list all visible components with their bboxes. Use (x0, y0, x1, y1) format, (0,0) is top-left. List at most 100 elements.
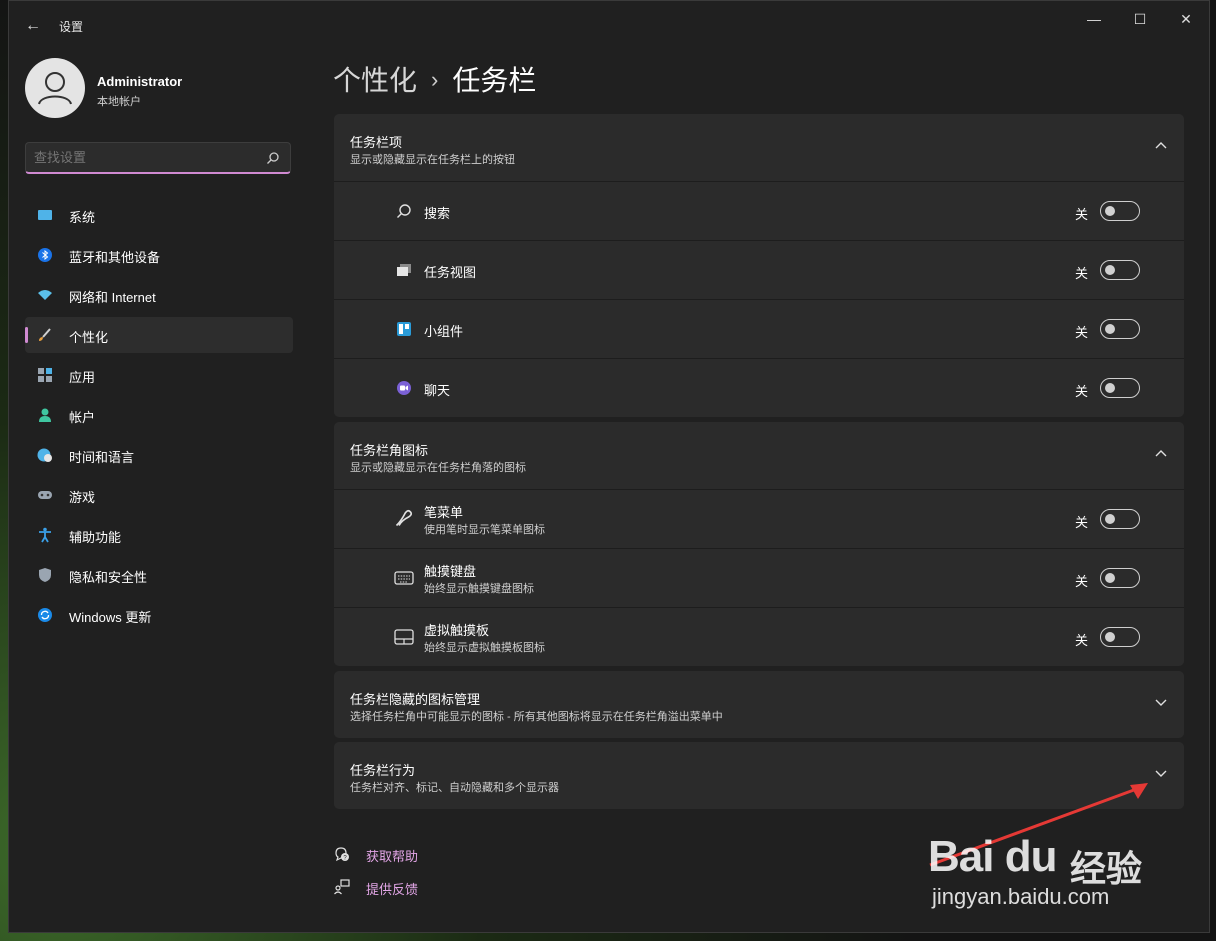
corner-item-pen-menu: 笔菜单 使用笔时显示笔菜单图标 关 (334, 489, 1184, 548)
minimize-button[interactable]: — (1071, 9, 1117, 29)
sidebar-item-gaming[interactable]: 游戏 (25, 477, 293, 513)
sidebar-item-label: 网络和 Internet (69, 290, 156, 305)
user-name: Administrator (97, 74, 183, 89)
sidebar-item-label: 游戏 (69, 490, 96, 505)
maximize-button[interactable]: ☐ (1117, 9, 1163, 29)
shield-icon (39, 568, 51, 582)
globe-clock-icon (37, 448, 52, 462)
task-view-toggle[interactable] (1100, 260, 1140, 280)
page-title: 任务栏 (452, 65, 537, 96)
feedback-icon (334, 879, 350, 895)
search-input[interactable] (34, 150, 254, 165)
bluetooth-icon (38, 248, 52, 262)
toggle-knob (1105, 632, 1115, 642)
toggle-state: 关 (1074, 207, 1088, 222)
toggle-knob (1105, 573, 1115, 583)
row-label: 小组件 (424, 324, 464, 339)
toggle-state: 关 (1074, 574, 1088, 589)
search-toggle[interactable] (1100, 201, 1140, 221)
section-title: 任务栏项 (350, 135, 403, 150)
corner-icons-header[interactable]: 任务栏角图标 显示或隐藏显示在任务栏角落的图标 (334, 422, 1184, 489)
search-icon[interactable] (266, 151, 280, 165)
touchpad-icon (394, 629, 414, 645)
sidebar-item-label: 辅助功能 (69, 530, 122, 545)
taskbar-item-widgets: 小组件 关 (334, 299, 1184, 358)
user-silhouette-icon (38, 72, 72, 105)
user-account-type: 本地帐户 (97, 96, 141, 108)
corner-item-touch-keyboard: 触摸键盘 始终显示触摸键盘图标 关 (334, 548, 1184, 607)
sidebar-item-system[interactable]: 系统 (25, 197, 293, 233)
row-label: 笔菜单 (424, 505, 464, 520)
sidebar-item-accessibility[interactable]: 辅助功能 (25, 517, 293, 553)
touch-keyboard-toggle[interactable] (1100, 568, 1140, 588)
row-label: 虚拟触摸板 (424, 623, 490, 638)
sidebar-item-network[interactable]: 网络和 Internet (25, 277, 293, 313)
toggle-knob (1105, 265, 1115, 275)
chat-icon (397, 381, 411, 395)
toggle-state: 关 (1074, 325, 1088, 340)
section-title: 任务栏角图标 (350, 443, 429, 458)
sidebar-item-bluetooth[interactable]: 蓝牙和其他设备 (25, 237, 293, 273)
taskbar-items-section: 任务栏项 显示或隐藏显示在任务栏上的按钮 搜索 关 任务视图 关 小组件 关 聊… (334, 114, 1184, 417)
search-icon (397, 204, 411, 218)
row-label: 搜索 (424, 206, 451, 221)
sidebar-item-label: 应用 (69, 370, 96, 385)
sidebar-item-personalization[interactable]: 个性化 (25, 317, 293, 353)
chat-toggle[interactable] (1100, 378, 1140, 398)
section-subtitle: 显示或隐藏显示在任务栏角落的图标 (350, 462, 526, 474)
taskbar-items-header[interactable]: 任务栏项 显示或隐藏显示在任务栏上的按钮 (334, 114, 1184, 181)
toggle-knob (1105, 324, 1115, 334)
widgets-icon (397, 322, 411, 336)
row-description: 使用笔时显示笔菜单图标 (424, 524, 545, 536)
sidebar-item-label: 个性化 (69, 330, 109, 345)
sidebar-item-label: 隐私和安全性 (69, 570, 148, 585)
watermark-logo: Bai du (928, 832, 1057, 881)
toggle-state: 关 (1074, 515, 1088, 530)
sidebar-item-apps[interactable]: 应用 (25, 357, 293, 393)
sidebar-item-label: 时间和语言 (69, 450, 135, 465)
widgets-toggle[interactable] (1100, 319, 1140, 339)
sidebar-item-accounts[interactable]: 帐户 (25, 397, 293, 433)
pen-icon (395, 509, 413, 527)
brush-icon (39, 328, 51, 341)
close-button[interactable]: ✕ (1163, 9, 1209, 29)
taskbar-item-search: 搜索 关 (334, 181, 1184, 240)
pen-menu-toggle[interactable] (1100, 509, 1140, 529)
get-help-label: 获取帮助 (366, 849, 419, 864)
row-description: 始终显示触摸键盘图标 (424, 583, 534, 595)
toggle-knob (1105, 206, 1115, 216)
corner-icons-section: 任务栏角图标 显示或隐藏显示在任务栏角落的图标 笔菜单 使用笔时显示笔菜单图标 … (334, 422, 1184, 666)
chevron-up-icon[interactable] (1154, 446, 1168, 460)
sidebar-item-windows-update[interactable]: Windows 更新 (25, 597, 293, 633)
section-subtitle: 选择任务栏角中可能显示的图标 - 所有其他图标将显示在任务栏角溢出菜单中 (350, 711, 723, 723)
sidebar-item-label: 帐户 (69, 410, 96, 425)
person-icon (39, 408, 51, 422)
apps-icon (38, 368, 52, 382)
back-button[interactable]: ← (23, 16, 43, 36)
virtual-touchpad-toggle[interactable] (1100, 627, 1140, 647)
wifi-icon (38, 290, 52, 300)
update-icon (38, 608, 52, 622)
sidebar-item-time-language[interactable]: 时间和语言 (25, 437, 293, 473)
avatar[interactable] (25, 58, 85, 118)
section-subtitle: 任务栏对齐、标记、自动隐藏和多个显示器 (350, 782, 559, 794)
search-box[interactable] (25, 142, 291, 174)
task-view-icon (397, 264, 411, 276)
toggle-state: 关 (1074, 633, 1088, 648)
chevron-down-icon[interactable] (1154, 695, 1168, 709)
breadcrumb-separator: › (431, 67, 439, 92)
row-label: 触摸键盘 (424, 564, 477, 579)
sidebar-item-label: 蓝牙和其他设备 (69, 250, 161, 265)
breadcrumb-parent[interactable]: 个性化 (333, 65, 417, 96)
section-title: 任务栏行为 (350, 763, 416, 778)
help-icon: ? (335, 847, 349, 862)
hidden-icons-section[interactable]: 任务栏隐藏的图标管理 选择任务栏角中可能显示的图标 - 所有其他图标将显示在任务… (334, 671, 1184, 738)
watermark: Bai du 经验 jingyan.baidu.com (928, 812, 1158, 912)
row-label: 聊天 (424, 383, 451, 398)
toggle-state: 关 (1074, 266, 1088, 281)
chevron-up-icon[interactable] (1154, 138, 1168, 152)
breadcrumb: 个性化 › 任务栏 (333, 59, 536, 99)
toggle-knob (1105, 383, 1115, 393)
sidebar-item-privacy[interactable]: 隐私和安全性 (25, 557, 293, 593)
sidebar-nav: 系统 蓝牙和其他设备 网络和 Internet 个性化 应用 帐户 时间和语言 (25, 197, 293, 637)
